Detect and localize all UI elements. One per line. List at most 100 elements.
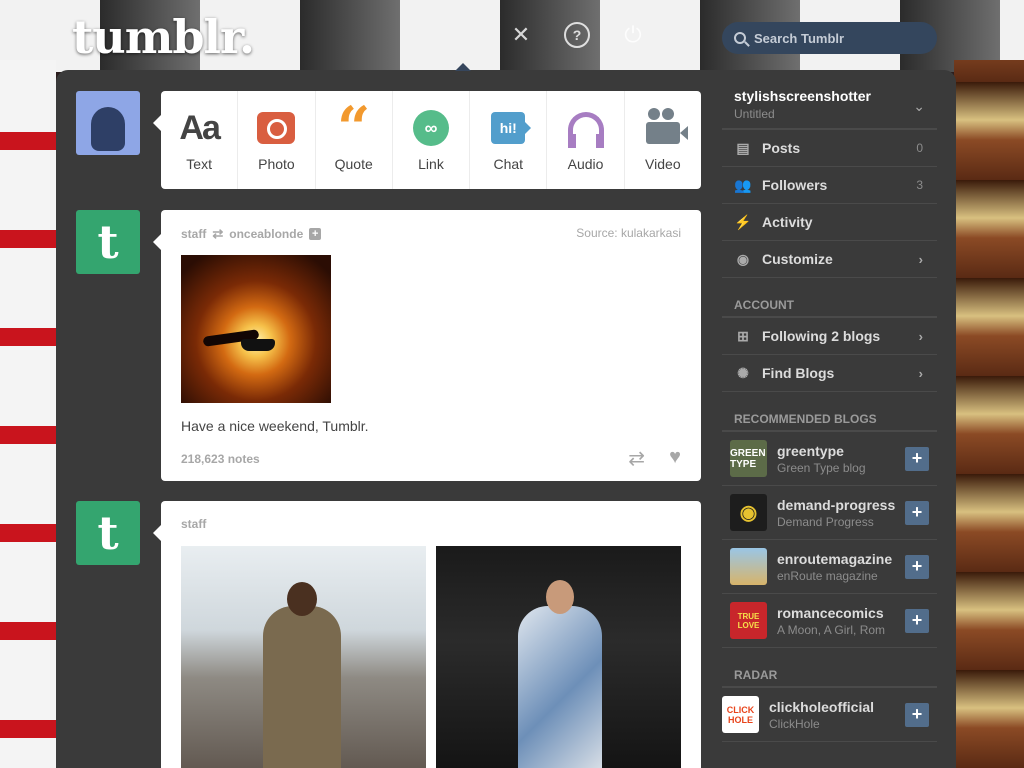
sidebar-item-posts[interactable]: ▤ Posts 0 [722,130,937,167]
sidebar-item-count: 3 [916,178,923,192]
help-icon[interactable]: ? [564,22,590,48]
staff-avatar[interactable]: t [76,210,140,274]
tumblr-logo[interactable]: tumblr. [72,10,255,64]
follow-button[interactable]: + [905,554,929,579]
blog-title: enRoute magazine [777,568,878,583]
blog-thumbnail [730,548,767,585]
post-source[interactable]: Source: kulakarkasi [576,226,681,240]
blog-name: stylishscreenshotter [734,88,871,104]
post-composer: Aa Text Photo “ Quote ∞ Link hi! Chat Au… [153,91,701,189]
user-avatar[interactable] [76,91,140,155]
headphones-icon [567,112,604,148]
runway-model [518,580,602,768]
eye-icon: ◉ [736,250,750,267]
post-type-label: Link [418,156,444,172]
sidebar-item-following[interactable]: ⊞ Following 2 blogs › [722,318,937,355]
radar-blog[interactable]: CLICK HOLE clickholeofficial ClickHole + [722,688,937,742]
sidebar-item-followers[interactable]: 👥 Followers 3 [722,167,937,204]
post-type-text[interactable]: Aa Text [161,91,239,189]
post-author[interactable]: staff [181,517,206,531]
sidebar-item-label: Followers [762,177,828,193]
close-icon[interactable]: ✕ [508,22,534,48]
staff-avatar[interactable]: t [76,501,140,565]
dashboard-notch [455,63,471,71]
lightning-icon: ⚡ [734,213,752,230]
chevron-down-icon: ⌄ [913,98,925,114]
post-header: staff ⇄ onceablonde + [181,226,322,242]
quote-icon: “ [337,94,371,162]
post-type-photo[interactable]: Photo [238,91,316,189]
blog-title: A Moon, A Girl, Rom [777,622,886,637]
reblog-icon[interactable]: ⇄ [628,446,645,471]
post-type-label: Photo [258,156,295,172]
background-pattern-right [954,60,1024,768]
blog-thumbnail: GREEN TYPE [730,440,767,477]
recommended-blog[interactable]: enroutemagazine enRoute magazine + [722,540,937,594]
blog-name: romancecomics [777,604,884,621]
sidebar-item-label: Posts [762,140,801,156]
recommended-blog[interactable]: TRUE LOVE romancecomics A Moon, A Girl, R… [722,594,937,648]
post-author[interactable]: staff [181,227,206,241]
video-camera-icon [645,108,688,144]
sidebar-item-count: 0 [916,141,923,155]
blog-title: Green Type blog [777,460,866,475]
post-photo-runway-left[interactable] [181,546,426,768]
header-icons: ✕ ? ⏻ [508,22,646,48]
reblogged-from[interactable]: onceablonde [229,227,303,241]
post-type-link[interactable]: ∞ Link [393,91,471,189]
search-icon [734,32,746,44]
post-header: staff [181,517,206,531]
post-type-video[interactable]: Video [625,91,701,189]
follow-button[interactable]: + [905,446,929,471]
post-type-label: Audio [567,156,604,172]
sidebar-item-label: Following 2 blogs [762,328,881,344]
blog-title: Untitled [734,107,775,121]
link-icon: ∞ [412,110,449,146]
post-type-label: Video [645,156,681,172]
text-icon: Aa [179,108,220,147]
sidebar-item-find-blogs[interactable]: ✺ Find Blogs › [722,355,937,392]
sidebar-item-activity[interactable]: ⚡ Activity [722,204,937,241]
post-type-label: Quote [334,156,373,172]
follow-button[interactable]: + [905,702,929,727]
document-icon: ▤ [736,139,750,156]
power-icon[interactable]: ⏻ [620,22,646,48]
blog-name: clickholeofficial [769,698,875,715]
post-type-audio[interactable]: Audio [547,91,625,189]
post-type-chat[interactable]: hi! Chat [470,91,548,189]
source-label: Source: [576,226,618,240]
blog-selector[interactable]: stylishscreenshotter Untitled ⌄ [722,78,937,130]
sunglasses-silhouette [241,339,275,351]
sidebar-item-label: Activity [762,214,813,230]
compass-icon: ✺ [737,364,749,381]
blog-name: enroutemagazine [777,550,893,567]
post-photo-sunset[interactable] [181,255,331,403]
blog-thumbnail: TRUE LOVE [730,602,767,639]
post-type-quote[interactable]: “ Quote [316,91,393,189]
heart-icon[interactable]: ♥ [669,446,681,469]
post-photo-runway-right[interactable] [436,546,681,768]
sidebar-item-label: Customize [762,251,833,267]
account-section-title: ACCOUNT [722,296,937,318]
post-caption: Have a nice weekend, Tumblr. [181,418,369,434]
recommended-blog[interactable]: GREEN TYPE greentype Green Type blog + [722,432,937,486]
blog-name: greentype [777,442,844,459]
reblog-small-icon: ⇄ [212,226,224,241]
post-notes[interactable]: 218,623 notes [181,452,260,466]
follow-button[interactable]: + [905,608,929,633]
source-name[interactable]: kulakarkasi [621,226,681,240]
follow-plus-icon[interactable]: + [309,228,322,240]
search-input[interactable]: Search Tumblr [722,22,937,54]
camera-icon [257,112,296,144]
post-type-label: Chat [493,156,524,172]
recommended-blog[interactable]: ◉ demand-progress Demand Progress + [722,486,937,540]
blog-thumbnail: ◉ [730,494,767,531]
runway-model [263,582,341,768]
blog-title: Demand Progress [777,514,874,529]
blog-thumbnail: CLICK HOLE [722,696,759,733]
sidebar-item-customize[interactable]: ◉ Customize › [722,241,937,278]
sidebar-item-label: Find Blogs [762,365,835,381]
chevron-right-icon: › [918,365,923,381]
sidebar: stylishscreenshotter Untitled ⌄ ▤ Posts … [722,78,937,742]
follow-button[interactable]: + [905,500,929,525]
